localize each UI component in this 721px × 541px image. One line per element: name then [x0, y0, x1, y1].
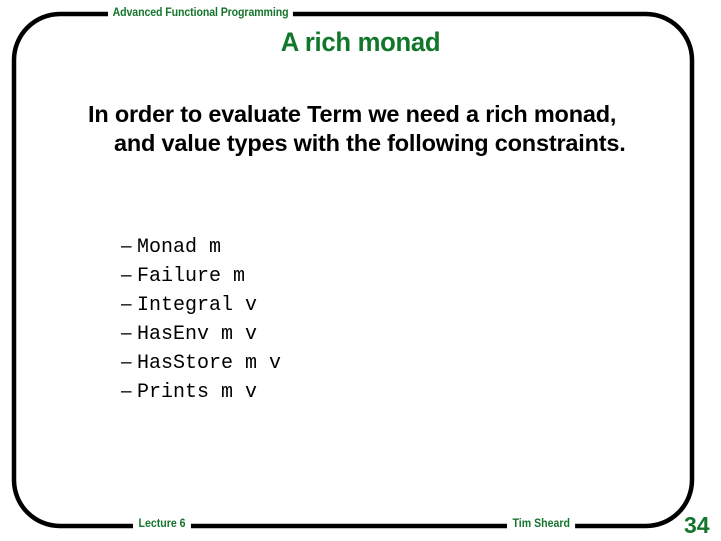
list-item: – Prints m v	[121, 377, 281, 406]
footer-lecture-label: Lecture 6	[133, 517, 192, 532]
bullet-dash-icon: –	[121, 381, 132, 402]
slide-frame-border	[11, 11, 695, 529]
slide-canvas: Advanced Functional Programming A rich m…	[0, 0, 721, 541]
constraint-label: HasEnv m v	[137, 323, 258, 346]
bullet-dash-icon: –	[121, 294, 132, 315]
page-number: 34	[684, 512, 710, 538]
bullet-dash-icon: –	[121, 236, 132, 257]
constraint-label: Prints m v	[137, 381, 258, 404]
bullet-dash-icon: –	[121, 265, 132, 286]
page-title: A rich monad	[280, 27, 441, 57]
bullet-dash-icon: –	[121, 352, 132, 373]
constraint-label: Integral v	[137, 294, 258, 317]
constraint-label: Monad m	[137, 236, 222, 259]
constraint-label: HasStore m v	[137, 352, 282, 375]
body-paragraph: In order to evaluate Term we need a rich…	[88, 101, 626, 156]
constraint-label: Failure m	[137, 265, 246, 288]
header-banner-label: Advanced Functional Programming	[108, 5, 294, 21]
list-item: – Failure m	[121, 261, 281, 290]
footer-author-label: Tim Sheard	[507, 517, 576, 532]
constraint-list: – Monad m – Failure m – Integral v – Has…	[121, 232, 281, 406]
bullet-dash-icon: –	[121, 323, 132, 344]
list-item: – HasStore m v	[121, 348, 281, 377]
list-item: – Monad m	[121, 232, 281, 261]
list-item: – Integral v	[121, 290, 281, 319]
list-item: – HasEnv m v	[121, 319, 281, 348]
